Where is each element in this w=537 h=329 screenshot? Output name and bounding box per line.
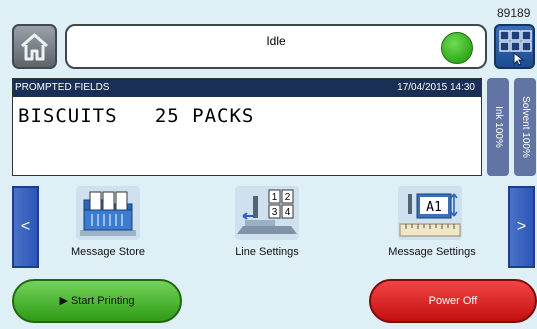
ink-level-gauge: Ink 100% [487, 78, 509, 176]
line-settings-tile[interactable]: 1 2 3 4 [235, 186, 299, 240]
next-page-button[interactable]: > [508, 186, 535, 268]
line-settings-icon: 1 2 3 4 [237, 189, 297, 234]
menu-grid-button[interactable] [494, 24, 535, 69]
message-preview: BISCUITS 25 PACKS [18, 105, 255, 127]
datetime-display: 17/04/2015 14:30 [397, 82, 475, 93]
ink-level-label: Ink 100% [493, 106, 504, 148]
digit-4: 4 [285, 207, 291, 218]
message-settings-icon: A1 [399, 193, 461, 237]
digit-2: 2 [285, 192, 291, 203]
status-indicator-icon [441, 32, 473, 64]
home-icon [21, 33, 48, 61]
serial-number: 89189 [497, 6, 531, 20]
line-settings-label: Line Settings [235, 246, 299, 258]
prompted-fields-header: PROMPTED FIELDS 17/04/2015 14:30 [13, 79, 481, 97]
message-store-label: Message Store [71, 246, 145, 258]
grid-menu-icon [499, 30, 532, 66]
status-text: Idle [266, 34, 286, 48]
play-icon: ▶ [59, 295, 68, 307]
preview-text: A1 [426, 200, 442, 215]
prompted-fields-panel[interactable]: PROMPTED FIELDS 17/04/2015 14:30 BISCUIT… [12, 78, 482, 176]
solvent-level-gauge: Solvent 100% [514, 78, 536, 176]
previous-page-button[interactable]: < [12, 186, 39, 268]
power-off-label: Power Off [428, 295, 478, 307]
message-store-icon [80, 191, 136, 236]
digit-3: 3 [272, 207, 278, 218]
message-settings-tile[interactable]: A1 [398, 186, 462, 240]
solvent-level-label: Solvent 100% [520, 96, 531, 158]
status-box: Idle [65, 24, 487, 69]
message-store-tile[interactable] [76, 186, 140, 240]
start-printing-row: ▶ Start Printing [14, 281, 180, 321]
digit-1: 1 [272, 192, 278, 203]
prompted-fields-title: PROMPTED FIELDS [15, 82, 110, 93]
start-printing-button[interactable]: ▶ Start Printing [12, 279, 182, 323]
message-settings-label: Message Settings [388, 246, 476, 258]
home-button[interactable] [12, 24, 57, 69]
power-off-button[interactable]: Power Off [369, 279, 537, 323]
start-printing-label: Start Printing [70, 295, 135, 307]
